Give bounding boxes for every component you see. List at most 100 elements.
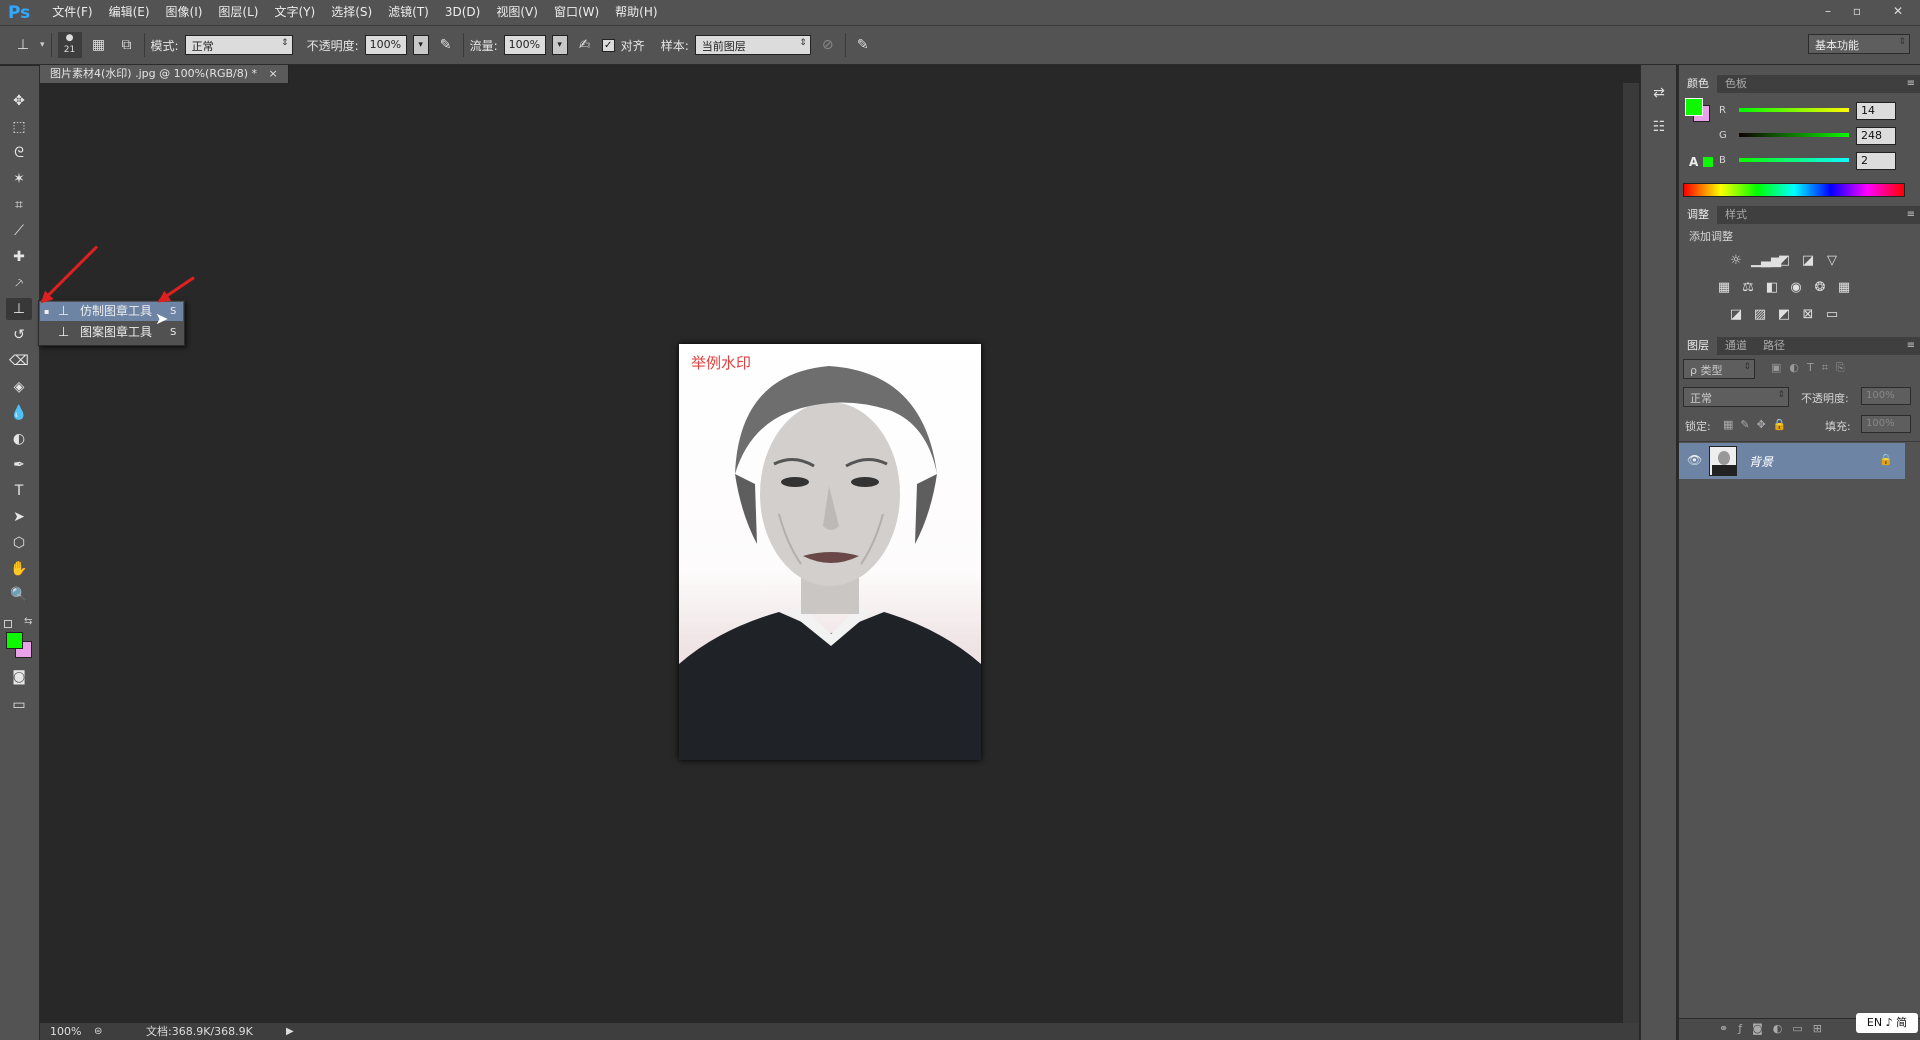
vertical-scrollbar[interactable] xyxy=(1623,83,1639,1023)
status-icon[interactable]: ⊜ xyxy=(94,1023,102,1040)
menu-edit[interactable]: 编辑(E) xyxy=(101,0,158,25)
exposure-icon[interactable]: ◪ xyxy=(1799,253,1817,269)
ime-indicator[interactable]: EN ♪ 简 xyxy=(1856,1013,1918,1033)
properties-panel-icon[interactable]: ☷ xyxy=(1649,119,1669,141)
screen-mode-icon[interactable]: ▭ xyxy=(6,694,32,716)
r-slider[interactable] xyxy=(1739,108,1849,112)
close-button[interactable]: ✕ xyxy=(1888,3,1908,19)
panel-menu-icon[interactable]: ≡ xyxy=(1907,75,1915,93)
color-panel-foreground-swatch[interactable] xyxy=(1685,98,1703,116)
history-panel-icon[interactable]: ⇄ xyxy=(1649,85,1669,107)
layer-filter-icons[interactable]: ▣◐T⌗⎘ xyxy=(1771,361,1853,375)
threshold-icon[interactable]: ◩ xyxy=(1775,307,1793,323)
healing-brush-tool-icon[interactable]: ✚ xyxy=(6,246,32,268)
menu-3d[interactable]: 3D(D) xyxy=(437,0,488,25)
status-menu-arrow-icon[interactable]: ▶ xyxy=(286,1023,294,1040)
tab-layers[interactable]: 图层 xyxy=(1679,337,1717,355)
flow-input[interactable]: 100% xyxy=(503,35,546,55)
layer-row-background[interactable]: 👁 背景 🔒 xyxy=(1679,443,1905,479)
crop-tool-icon[interactable]: ⌗ xyxy=(6,194,32,216)
layer-footer-icons[interactable]: ⚭ƒ◙◐▭⊞ xyxy=(1719,1022,1832,1035)
panel-menu-icon[interactable]: ≡ xyxy=(1907,206,1915,224)
tab-styles[interactable]: 样式 xyxy=(1717,206,1755,224)
move-tool-icon[interactable]: ✥ xyxy=(6,90,32,112)
channel-mixer-icon[interactable]: ❂ xyxy=(1811,280,1829,296)
clone-source-icon[interactable]: ⧉ xyxy=(116,34,138,56)
eraser-tool-icon[interactable]: ⌫ xyxy=(6,350,32,372)
hand-tool-icon[interactable]: ✋ xyxy=(6,558,32,580)
tab-close-icon[interactable]: × xyxy=(269,67,278,80)
clone-stamp-tool-icon[interactable]: ⊥ xyxy=(6,298,32,320)
document-image[interactable]: 举例水印 xyxy=(679,344,981,760)
lock-icons[interactable]: ▦✎✥🔒 xyxy=(1723,418,1794,431)
visibility-eye-icon[interactable]: 👁 xyxy=(1687,453,1702,467)
airbrush-icon[interactable]: ✍ xyxy=(574,34,596,56)
mode-select[interactable]: 正常 xyxy=(184,35,293,55)
quick-mask-icon[interactable]: ◙ xyxy=(6,666,32,688)
fill-input[interactable]: 100% xyxy=(1861,415,1911,433)
clone-stamp-preset-icon[interactable]: ⊥ xyxy=(12,34,34,56)
ignore-adjustment-icon[interactable]: ⊘ xyxy=(817,34,839,56)
levels-icon[interactable]: ▁▃▅ xyxy=(1751,253,1781,269)
brush-size-picker[interactable]: ● 21 xyxy=(57,32,82,58)
menu-file[interactable]: 文件(F) xyxy=(44,0,100,25)
g-slider[interactable] xyxy=(1739,133,1849,137)
color-spectrum-bar[interactable] xyxy=(1683,183,1905,197)
swap-colors-icon[interactable]: ⇆ xyxy=(24,616,32,627)
tab-swatches[interactable]: 色板 xyxy=(1717,75,1755,93)
paint-bucket-tool-icon[interactable]: ◈ xyxy=(6,376,32,398)
gradient-map-icon[interactable]: ▭ xyxy=(1823,307,1841,323)
pen-tool-icon[interactable]: ✒ xyxy=(6,454,32,476)
menu-filter[interactable]: 滤镜(T) xyxy=(380,0,437,25)
tab-paths[interactable]: 路径 xyxy=(1755,337,1793,355)
layer-opacity-input[interactable]: 100% xyxy=(1861,387,1911,405)
path-selection-tool-icon[interactable]: ➤ xyxy=(6,506,32,528)
menu-window[interactable]: 窗口(W) xyxy=(546,0,607,25)
foreground-color-swatch[interactable] xyxy=(6,632,23,649)
menu-image[interactable]: 图像(I) xyxy=(158,0,211,25)
pressure-opacity-icon[interactable]: ✎ xyxy=(435,34,457,56)
photo-filter-icon[interactable]: ◉ xyxy=(1787,280,1805,296)
zoom-level[interactable]: 100% xyxy=(50,1023,81,1040)
selective-color-icon[interactable]: ⊠ xyxy=(1799,307,1817,323)
magic-wand-tool-icon[interactable]: ✶ xyxy=(6,168,32,190)
vibrance-icon[interactable]: ▽ xyxy=(1823,253,1841,269)
align-checkbox[interactable]: ✓ xyxy=(601,38,615,52)
dodge-tool-icon[interactable]: ◐ xyxy=(6,428,32,450)
panel-menu-icon[interactable]: ≡ xyxy=(1907,337,1915,355)
b-value[interactable]: 2 xyxy=(1856,152,1896,170)
color-lookup-icon[interactable]: ▦ xyxy=(1835,280,1853,296)
eyedropper-tool-icon[interactable]: ⟋ xyxy=(6,220,32,242)
flow-dropdown[interactable]: ▾ xyxy=(551,35,568,55)
color-balance-icon[interactable]: ⚖ xyxy=(1739,280,1757,296)
black-white-icon[interactable]: ◧ xyxy=(1763,280,1781,296)
hue-saturation-icon[interactable]: ▦ xyxy=(1715,280,1733,296)
opacity-dropdown[interactable]: ▾ xyxy=(412,35,429,55)
marquee-tool-icon[interactable]: ⬚ xyxy=(6,116,32,138)
menu-help[interactable]: 帮助(H) xyxy=(607,0,665,25)
lasso-tool-icon[interactable]: ᘓ xyxy=(6,142,32,164)
menu-layer[interactable]: 图层(L) xyxy=(210,0,266,25)
brightness-contrast-icon[interactable]: ☼ xyxy=(1727,253,1745,269)
g-value[interactable]: 248 xyxy=(1856,127,1896,145)
menu-view[interactable]: 视图(V) xyxy=(488,0,546,25)
tab-channels[interactable]: 通道 xyxy=(1717,337,1755,355)
restore-button[interactable]: ▫ xyxy=(1847,3,1867,19)
preset-dropdown-icon[interactable]: ▾ xyxy=(40,40,45,50)
tab-adjustments[interactable]: 调整 xyxy=(1679,206,1717,224)
tab-color[interactable]: 颜色 xyxy=(1679,75,1717,93)
brush-tool-icon[interactable]: ⸕ xyxy=(6,272,32,294)
opacity-input[interactable]: 100% xyxy=(364,35,407,55)
menu-type[interactable]: 文字(Y) xyxy=(266,0,323,25)
sample-select[interactable]: 当前图层 xyxy=(694,35,811,55)
history-brush-tool-icon[interactable]: ↺ xyxy=(6,324,32,346)
brush-panel-icon[interactable]: ▦ xyxy=(88,34,110,56)
b-slider[interactable] xyxy=(1739,158,1849,162)
r-value[interactable]: 14 xyxy=(1856,102,1896,120)
pressure-size-icon[interactable]: ✎ xyxy=(852,34,874,56)
minimize-button[interactable]: – xyxy=(1818,3,1838,19)
blur-tool-icon[interactable]: 💧 xyxy=(6,402,32,424)
default-colors-icon[interactable] xyxy=(4,620,12,628)
blend-mode-select[interactable]: 正常 xyxy=(1683,387,1789,407)
menu-select[interactable]: 选择(S) xyxy=(323,0,380,25)
